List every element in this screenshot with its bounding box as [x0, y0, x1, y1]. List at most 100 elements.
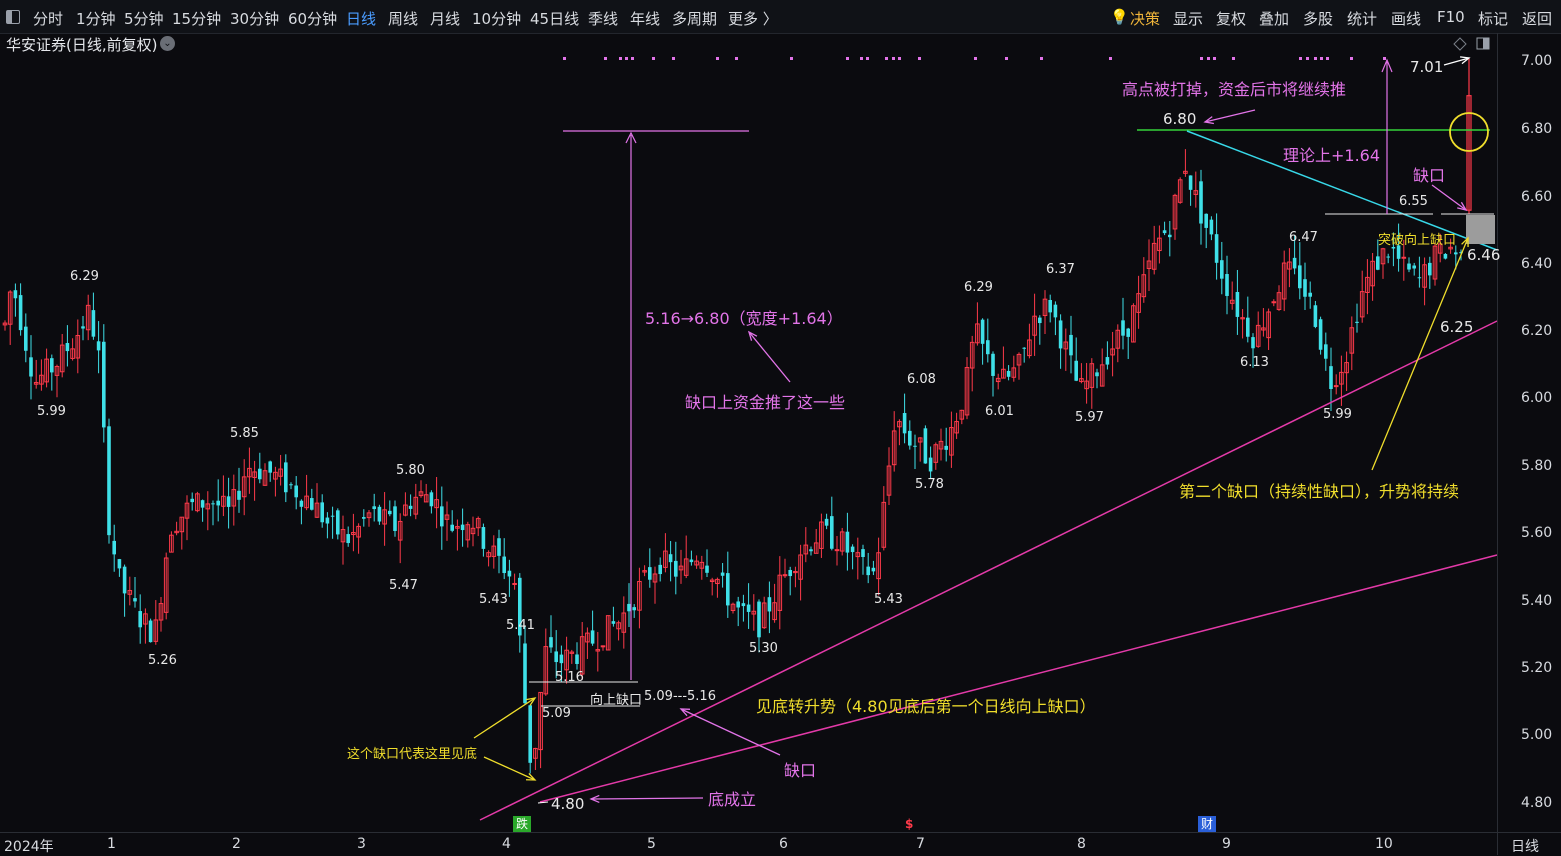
price-label: 5.99 [37, 404, 66, 419]
period-1min[interactable]: 1分钟 [76, 8, 116, 29]
stats-button[interactable]: 统计 [1347, 8, 1377, 29]
signal-dot [631, 57, 634, 60]
candle-body-down [320, 502, 324, 523]
candle-body-down [549, 637, 553, 648]
candle-body-down [830, 516, 834, 549]
top-toolbar: 分时 1分钟 5分钟 15分钟 30分钟 60分钟 日线 周线 月线 10分钟 … [0, 0, 1561, 34]
bulb-icon[interactable]: 💡 [1110, 8, 1129, 26]
trendline-shallow [539, 554, 1498, 803]
period-quarter[interactable]: 季线 [588, 8, 618, 29]
adjust-button[interactable]: 复权 [1216, 8, 1246, 29]
candle-body-down [1417, 277, 1422, 279]
candle-body-down [1214, 234, 1219, 263]
signal-dot [563, 57, 566, 60]
candle-body-down [923, 428, 928, 464]
candle-body-down [1126, 328, 1130, 337]
signal-dot [1383, 57, 1386, 60]
candle-body-down [507, 570, 512, 577]
candle-body-down [362, 517, 366, 519]
candle-body-down [460, 524, 465, 531]
gap-small-annotation: 缺口 [1413, 166, 1446, 185]
f10-button[interactable]: F10 [1437, 8, 1465, 26]
period-year[interactable]: 年线 [630, 8, 660, 29]
y-tick: 4.80 [1521, 795, 1553, 811]
mark-button[interactable]: 标记 [1478, 8, 1508, 29]
candle-body-down [289, 484, 293, 486]
x-tick: 2 [232, 836, 241, 852]
price-label: 5.43 [479, 592, 508, 607]
period-weekly[interactable]: 周线 [388, 8, 418, 29]
overlay-button[interactable]: 叠加 [1259, 8, 1289, 29]
candle-body-down [1313, 305, 1318, 327]
candle-body-down [767, 597, 772, 612]
candle-body-down [824, 518, 829, 526]
period-60min[interactable]: 60分钟 [288, 8, 337, 29]
period-45day[interactable]: 45日线 [530, 8, 579, 29]
candle-body-down [668, 554, 673, 563]
candle-body-down [632, 607, 636, 611]
draw-button[interactable]: 画线 [1391, 8, 1421, 29]
back-button[interactable]: 返回 [1522, 8, 1552, 29]
decision-button[interactable]: 决策 [1130, 8, 1160, 29]
arrow-gap-push [748, 331, 791, 383]
price-label: 6.37 [1046, 262, 1075, 277]
period-fenshi[interactable]: 分时 [33, 8, 63, 29]
signal-dot [604, 57, 607, 60]
candle-body-up [1401, 256, 1407, 259]
candle-body-down [1095, 372, 1099, 377]
more-menu[interactable]: 更多 〉 [728, 8, 778, 29]
signal-dot [1320, 57, 1323, 60]
signal-dot [1109, 57, 1112, 60]
candle-body-down [902, 413, 907, 434]
drop-badge[interactable]: 跌 [513, 816, 532, 832]
candle-body-down [554, 651, 558, 663]
candle-body-down [944, 445, 948, 450]
candle-body-down [528, 705, 532, 763]
display-button[interactable]: 显示 [1173, 8, 1203, 29]
candle-body-down [845, 531, 850, 553]
period-multi[interactable]: 多周期 [672, 8, 717, 29]
price-label: 6.08 [907, 372, 936, 387]
signal-dot [892, 57, 895, 60]
axis-divider-bottom [0, 832, 1561, 833]
candle-body-down [346, 534, 350, 544]
x-tick: 3 [357, 836, 366, 852]
candle-body-down [1324, 344, 1328, 359]
period-10min[interactable]: 10分钟 [472, 8, 521, 29]
price-label: 5.99 [1323, 407, 1352, 422]
dollar-badge[interactable]: $ [902, 816, 916, 832]
candle-body-down [788, 569, 792, 577]
candle-body-down [91, 310, 96, 337]
period-15min[interactable]: 15分钟 [172, 8, 221, 29]
arrow-gap-small [1431, 184, 1467, 211]
signal-dot [652, 57, 655, 60]
period-monthly[interactable]: 月线 [430, 8, 460, 29]
period-30min[interactable]: 30分钟 [230, 8, 279, 29]
gap-push-annotation: 缺口上资金推了这一些 [685, 393, 846, 412]
candle-body-down [705, 565, 709, 573]
candle-body-down [497, 538, 501, 556]
candle-body-down [850, 546, 855, 553]
signal-dot [885, 57, 888, 60]
candle-body-down [393, 506, 397, 531]
finance-badge[interactable]: 财 [1198, 816, 1217, 832]
candle-body-up [600, 645, 606, 648]
price-label: 5.85 [230, 426, 259, 441]
candle-body-down [991, 353, 995, 376]
gap-box [1466, 215, 1495, 244]
candle-body-down [627, 603, 631, 612]
candle-body-down [559, 654, 564, 664]
candle-body-down [138, 611, 142, 628]
period-daily[interactable]: 日线 [346, 8, 376, 29]
multi-stock-button[interactable]: 多股 [1303, 8, 1333, 29]
candle-body-down [450, 524, 454, 531]
candle-body-down [1058, 320, 1063, 349]
period-5min[interactable]: 5分钟 [124, 8, 164, 29]
candle-body-down [102, 341, 106, 428]
candle-body-down [746, 604, 751, 612]
window-layout-icon[interactable] [6, 10, 20, 24]
trendline-steep [479, 320, 1498, 821]
signal-dot [1306, 57, 1309, 60]
candle-body-down [258, 468, 262, 480]
arrow-bottom-here-up [473, 697, 536, 739]
